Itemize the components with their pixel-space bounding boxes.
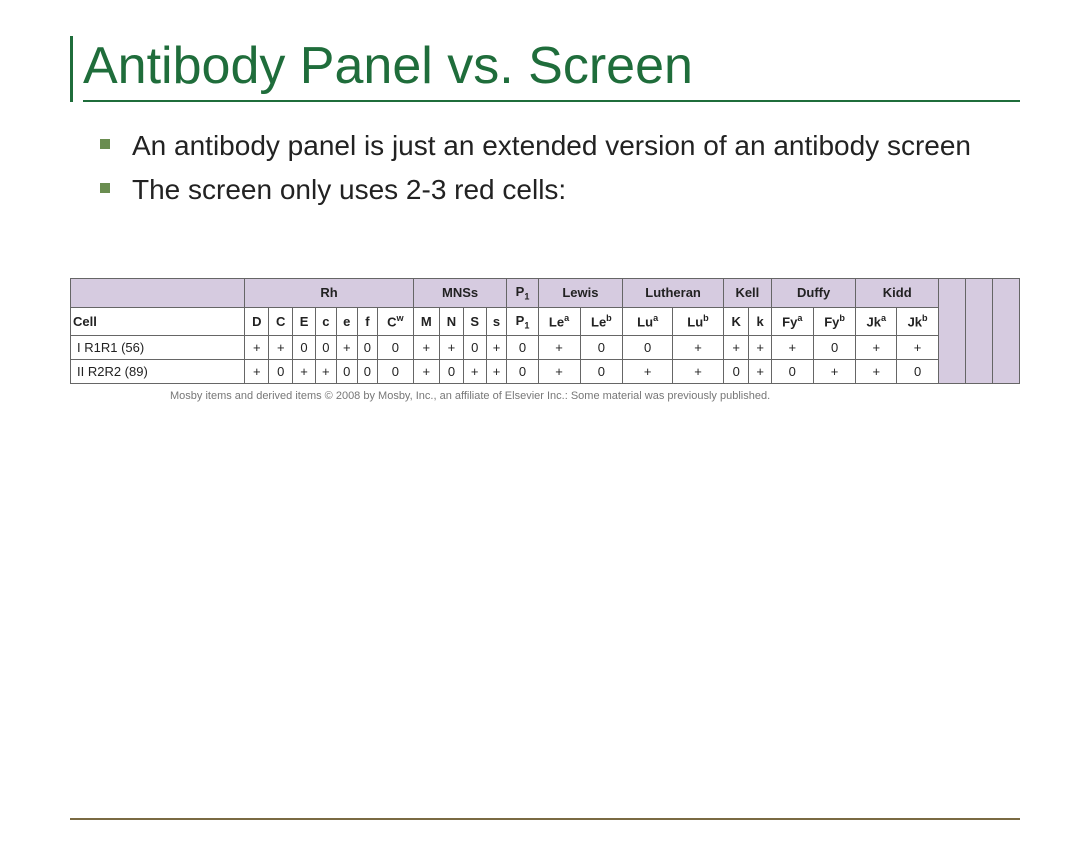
table-cell: 0 [580, 336, 623, 360]
slide-title: Antibody Panel vs. Screen [83, 36, 1020, 102]
table-cell: 0 [336, 360, 357, 384]
table-cell: 0 [507, 360, 538, 384]
title-block: Antibody Panel vs. Screen [70, 36, 1020, 102]
group-header: Duffy [771, 279, 856, 308]
row-label: II R2R2 (89) [71, 360, 245, 384]
table-cell: + [749, 360, 771, 384]
antigen-header: c [315, 307, 336, 336]
table-cell: + [623, 360, 673, 384]
table-cell: + [771, 336, 813, 360]
bullet-item: The screen only uses 2-3 red cells: [100, 172, 1020, 208]
copyright-note: Mosby items and derived items © 2008 by … [170, 390, 1020, 402]
table-cell: + [463, 360, 486, 384]
table-cell: 0 [723, 360, 749, 384]
table-cell: + [413, 336, 439, 360]
group-header: Kidd [856, 279, 939, 308]
antigen-header: Fyb [813, 307, 856, 336]
table-cell: + [538, 360, 580, 384]
antigen-header: N [439, 307, 463, 336]
cell-column-header: Cell [71, 307, 245, 336]
table-cell: + [439, 336, 463, 360]
bottom-rule [70, 818, 1020, 820]
antigen-header: Lub [673, 307, 724, 336]
antigen-header: P1 [507, 307, 538, 336]
table-cell: + [245, 336, 269, 360]
antigen-header: Cw [378, 307, 414, 336]
table-row: II R2R2 (89)+0++000+0++0+0++0+0++0 [71, 360, 1020, 384]
table-cell: + [315, 360, 336, 384]
table-cell: 0 [813, 336, 856, 360]
table-cell: 0 [269, 360, 293, 384]
antigen-header: E [293, 307, 316, 336]
table-cell: 0 [378, 336, 414, 360]
bullet-icon [100, 183, 110, 193]
table-cell: + [856, 360, 897, 384]
table-cell: + [673, 336, 724, 360]
table-cell: 0 [293, 336, 316, 360]
antigen-header: e [336, 307, 357, 336]
extra-col [993, 279, 1020, 384]
bullet-text: The screen only uses 2-3 red cells: [132, 172, 566, 208]
table-cell: 0 [357, 360, 377, 384]
table-cell: 0 [439, 360, 463, 384]
table-cell: + [486, 336, 507, 360]
bullet-item: An antibody panel is just an extended ve… [100, 128, 1020, 164]
antigen-header: Leb [580, 307, 623, 336]
table-cell: 0 [378, 360, 414, 384]
extra-col [939, 279, 966, 384]
antigen-header: s [486, 307, 507, 336]
table-cell: + [897, 336, 939, 360]
group-header: MNSs [413, 279, 507, 308]
table-row: I R1R1 (56)++00+00++0+0+00++++0++ [71, 336, 1020, 360]
antigen-header: D [245, 307, 269, 336]
group-header: Kell [723, 279, 771, 308]
table-cell: 0 [463, 336, 486, 360]
table-cell: 0 [580, 360, 623, 384]
antigen-header: Jkb [897, 307, 939, 336]
table-cell: + [749, 336, 771, 360]
table-cell: + [336, 336, 357, 360]
table-cell: 0 [357, 336, 377, 360]
table-cell: + [245, 360, 269, 384]
group-header: Rh [245, 279, 413, 308]
antigen-header: f [357, 307, 377, 336]
table-cell: 0 [315, 336, 336, 360]
table-cell: + [293, 360, 316, 384]
table-cell: + [486, 360, 507, 384]
table-cell: + [673, 360, 724, 384]
row-label: I R1R1 (56) [71, 336, 245, 360]
table-cell: 0 [623, 336, 673, 360]
antigen-header: Lua [623, 307, 673, 336]
antigen-header: C [269, 307, 293, 336]
antigen-table-wrap: RhMNSsP1LewisLutheranKellDuffyKiddCellDC… [70, 278, 1020, 402]
blank-corner [71, 279, 245, 308]
table-cell: + [538, 336, 580, 360]
table-cell: + [413, 360, 439, 384]
antigen-header: K [723, 307, 749, 336]
antigen-header: Jka [856, 307, 897, 336]
bullet-text: An antibody panel is just an extended ve… [132, 128, 971, 164]
table-cell: + [723, 336, 749, 360]
group-header: P1 [507, 279, 538, 308]
group-header: Lutheran [623, 279, 724, 308]
table-cell: 0 [771, 360, 813, 384]
table-cell: 0 [897, 360, 939, 384]
table-cell: 0 [507, 336, 538, 360]
extra-col [966, 279, 993, 384]
group-header: Lewis [538, 279, 623, 308]
antigen-table: RhMNSsP1LewisLutheranKellDuffyKiddCellDC… [70, 278, 1020, 384]
antigen-header: S [463, 307, 486, 336]
bullet-icon [100, 139, 110, 149]
table-cell: + [269, 336, 293, 360]
table-cell: + [813, 360, 856, 384]
antigen-header: M [413, 307, 439, 336]
table-cell: + [856, 336, 897, 360]
bullet-list: An antibody panel is just an extended ve… [100, 128, 1020, 208]
antigen-header: Fya [771, 307, 813, 336]
antigen-header: k [749, 307, 771, 336]
antigen-header: Lea [538, 307, 580, 336]
